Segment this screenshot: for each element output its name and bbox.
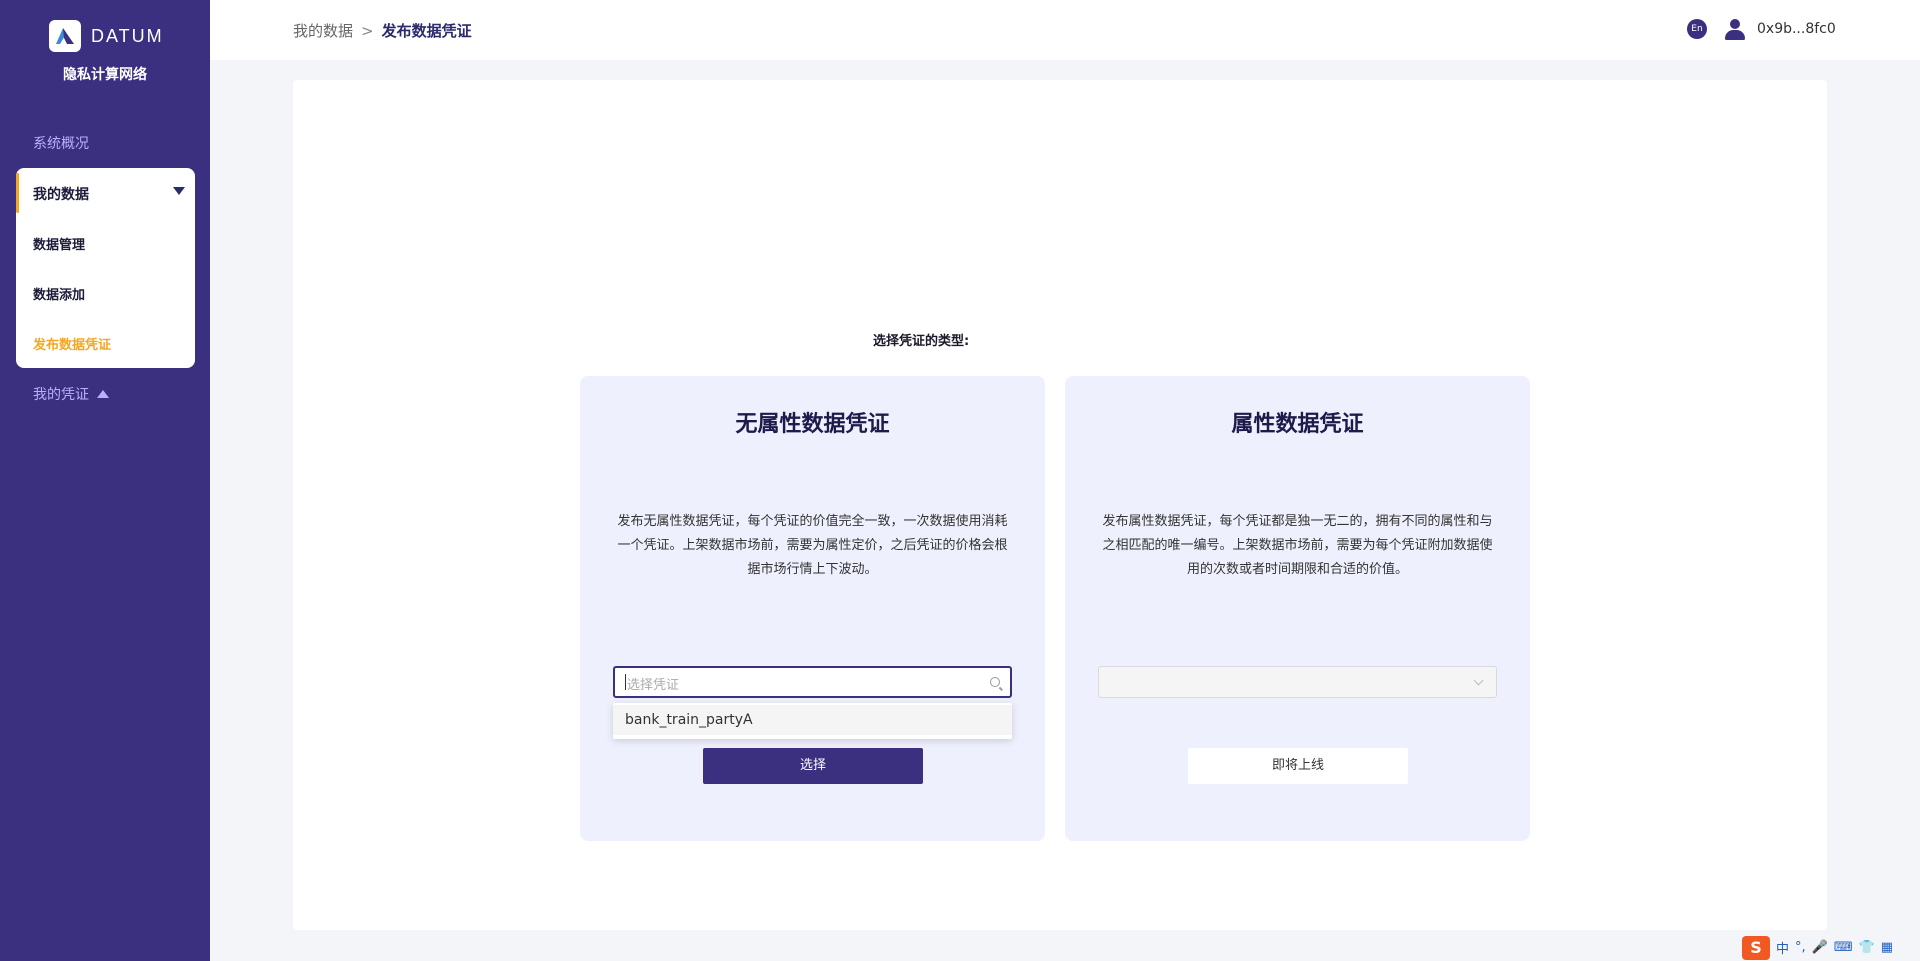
logo-text: DATUM xyxy=(91,25,164,46)
card-title: 无属性数据凭证 xyxy=(735,412,890,437)
credential-type-prompt: 选择凭证的类型: xyxy=(873,334,970,349)
wallet-address[interactable]: 0x9b...8fc0 xyxy=(1757,21,1836,37)
credential-select-input[interactable]: 选择凭证 xyxy=(613,666,1012,698)
apps-grid-icon[interactable]: ▦ xyxy=(1881,940,1893,955)
sidebar-item-label: 我的凭证 xyxy=(33,387,89,403)
sidebar-item-my-credentials[interactable]: 我的凭证 xyxy=(33,384,109,404)
ime-punctuation[interactable]: °, xyxy=(1795,940,1806,955)
coming-soon-button: 即将上线 xyxy=(1188,748,1408,784)
main-panel: 选择凭证的类型: 无属性数据凭证 发布无属性数据凭证，每个凭证的价值完全一致，一… xyxy=(293,80,1827,930)
sidebar-item-overview[interactable]: 系统概况 xyxy=(33,133,89,153)
skin-icon[interactable]: 👕 xyxy=(1859,940,1875,955)
microphone-icon[interactable]: 🎤 xyxy=(1812,940,1828,955)
ime-language[interactable]: 中 xyxy=(1776,938,1789,957)
credential-dropdown: bank_train_partyA xyxy=(613,703,1012,739)
sidebar-item-data-management[interactable]: 数据管理 xyxy=(33,234,85,253)
sidebar-item-publish-credential[interactable]: 发布数据凭证 xyxy=(33,334,111,353)
keyboard-icon[interactable]: ⌨ xyxy=(1834,940,1853,955)
caret-down-icon[interactable] xyxy=(173,187,185,195)
card-title: 属性数据凭证 xyxy=(1231,412,1364,437)
search-icon xyxy=(990,677,1000,687)
sidebar-group-my-data: 我的数据 数据管理 数据添加 发布数据凭证 xyxy=(16,168,195,368)
datum-logo-icon xyxy=(49,20,81,52)
breadcrumb: 我的数据 > 发布数据凭证 xyxy=(293,20,472,41)
language-toggle[interactable]: En xyxy=(1687,19,1707,39)
active-indicator xyxy=(16,173,19,213)
sidebar-item-my-data[interactable]: 我的数据 xyxy=(33,184,89,204)
text-cursor xyxy=(625,674,626,690)
no-attribute-credential-card: 无属性数据凭证 发布无属性数据凭证，每个凭证的价值完全一致，一次数据使用消耗一个… xyxy=(580,376,1045,841)
sidebar: DATUM 隐私计算网络 系统概况 我的数据 数据管理 数据添加 发布数据凭证 … xyxy=(0,0,210,961)
ime-toolbar: S 中 °, 🎤 ⌨ 👕 ▦ xyxy=(1742,934,1920,961)
select-button[interactable]: 选择 xyxy=(703,748,923,784)
attribute-credential-card: 属性数据凭证 发布属性数据凭证，每个凭证都是独一无二的，拥有不同的属性和与之相匹… xyxy=(1065,376,1530,841)
breadcrumb-current: 发布数据凭证 xyxy=(381,22,472,40)
select-placeholder: 选择凭证 xyxy=(627,678,680,693)
card-description: 发布属性数据凭证，每个凭证都是独一无二的，拥有不同的属性和与之相匹配的唯一编号。… xyxy=(1102,514,1493,577)
breadcrumb-separator: > xyxy=(361,21,374,40)
sidebar-item-data-add[interactable]: 数据添加 xyxy=(33,284,85,303)
header: 我的数据 > 发布数据凭证 En 0x9b...8fc0 xyxy=(210,0,1920,60)
network-name: 隐私计算网络 xyxy=(63,67,147,83)
caret-up-icon xyxy=(97,390,109,398)
breadcrumb-parent[interactable]: 我的数据 xyxy=(293,20,353,41)
user-icon[interactable] xyxy=(1725,19,1745,41)
dropdown-option[interactable]: bank_train_partyA xyxy=(613,705,1012,735)
chevron-down-icon xyxy=(1473,675,1484,686)
attribute-credential-select xyxy=(1098,666,1497,698)
card-description: 发布无属性数据凭证，每个凭证的价值完全一致，一次数据使用消耗一个凭证。上架数据市… xyxy=(617,514,1008,577)
sogou-logo-icon[interactable]: S xyxy=(1742,935,1770,960)
logo[interactable]: DATUM xyxy=(49,19,173,53)
